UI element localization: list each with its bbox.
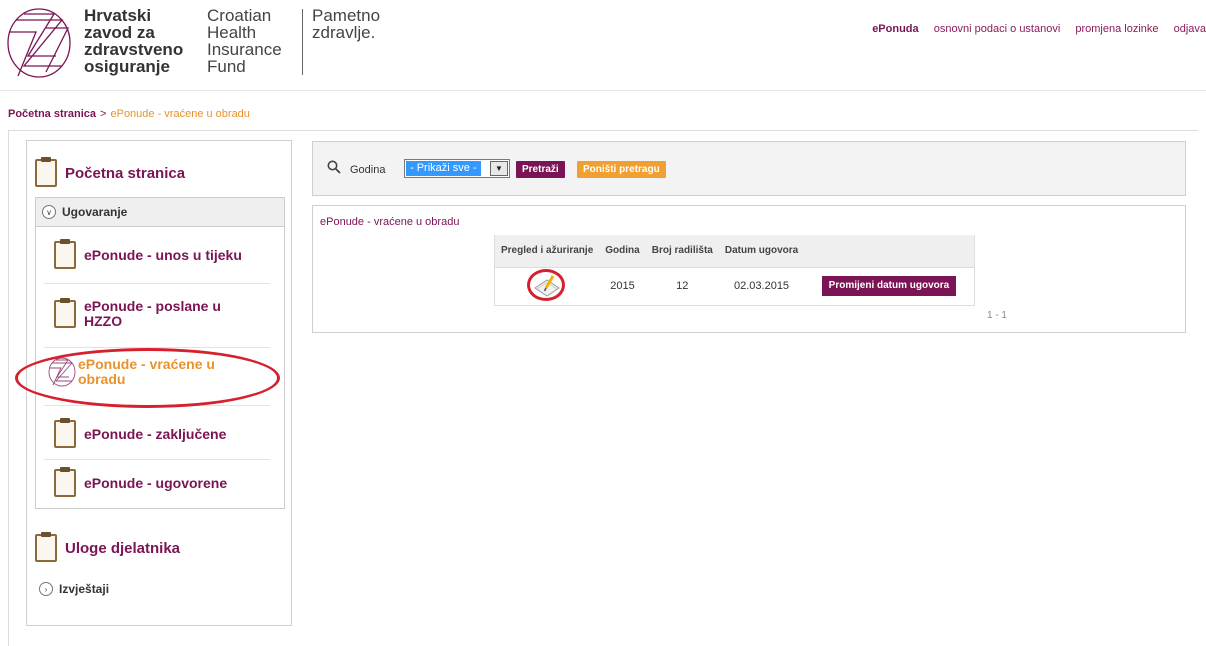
reset-search-button[interactable]: Poništi pretragu bbox=[577, 161, 666, 178]
header: Hrvatski zavod za zdravstveno osiguranje… bbox=[0, 0, 1206, 88]
table-row: 2015 12 02.03.2015 Promijeni datum ugovo… bbox=[494, 267, 975, 306]
column-header: Broj radilišta bbox=[645, 235, 719, 268]
edit-cell bbox=[494, 267, 600, 306]
column-header: Pregled i ažuriranje bbox=[494, 235, 600, 268]
column-header: Godina bbox=[599, 235, 646, 268]
sidebar-item-zakljucene[interactable]: ePonude - zaključene bbox=[54, 418, 227, 448]
sidebar: Početna stranica ∨ Ugovaranje ePonude - … bbox=[26, 140, 292, 626]
sidebar-item-home[interactable]: Početna stranica bbox=[35, 157, 186, 187]
column-header bbox=[804, 235, 975, 268]
sidebar-section-label: Izvještaji bbox=[59, 582, 110, 596]
breadcrumb: Početna stranica > ePonude - vraćene u obr… bbox=[8, 108, 250, 120]
clipboard-icon bbox=[54, 467, 76, 497]
org-name-en: Croatian Health Insurance Fund bbox=[207, 6, 282, 76]
breadcrumb-home[interactable]: Početna stranica bbox=[8, 108, 96, 120]
sidebar-item-label: ePonude - zaključene bbox=[84, 425, 227, 442]
sidebar-divider bbox=[44, 405, 270, 406]
results-panel: ePonude - vraćene u obradu Pregled i ažu… bbox=[312, 205, 1186, 333]
edit-button[interactable] bbox=[527, 268, 566, 301]
content-divider bbox=[8, 130, 1198, 131]
cell-godina: 2015 bbox=[599, 267, 646, 306]
sidebar-divider bbox=[44, 347, 270, 348]
sidebar-item-label: ePonude - poslane u HZZO bbox=[84, 298, 221, 329]
search-button[interactable]: Pretraži bbox=[516, 161, 565, 178]
org-name-hr: Hrvatski zavod za zdravstveno osiguranje bbox=[84, 6, 184, 76]
logo-divider bbox=[302, 9, 303, 75]
clipboard-icon bbox=[54, 239, 76, 269]
results-table: Pregled i ažuriranje Godina Broj radiliš… bbox=[494, 235, 975, 306]
sidebar-section-label: Ugovaranje bbox=[62, 205, 128, 219]
cell-broj-radilista: 12 bbox=[645, 267, 719, 306]
sidebar-divider bbox=[44, 283, 270, 284]
sidebar-item-uloge[interactable]: Uloge djelatnika bbox=[35, 532, 181, 562]
action-cell: Promijeni datum ugovora bbox=[804, 267, 975, 306]
sidebar-section-izvjestaji[interactable]: › Izvještaji bbox=[39, 582, 109, 596]
sidebar-item-poslane[interactable]: ePonude - poslane u HZZO bbox=[54, 298, 244, 329]
pager: 1 - 1 bbox=[986, 310, 1007, 321]
breadcrumb-separator: > bbox=[100, 108, 107, 120]
search-panel: Godina - Prikaži sve - ▼ Pretraži Poništ… bbox=[312, 141, 1186, 196]
search-icon bbox=[327, 160, 341, 174]
sidebar-item-label: Uloge djelatnika bbox=[65, 539, 181, 557]
nav-promjena-lozinke[interactable]: promjena lozinke bbox=[1075, 23, 1158, 35]
change-contract-date-button[interactable]: Promijeni datum ugovora bbox=[821, 276, 957, 296]
sidebar-item-label: Početna stranica bbox=[65, 164, 186, 182]
sidebar-divider bbox=[44, 459, 270, 460]
nav-eponuda[interactable]: ePonuda bbox=[872, 23, 918, 35]
chevron-down-icon: ∨ bbox=[42, 205, 56, 219]
clipboard-icon bbox=[35, 157, 57, 187]
table-header-row: Pregled i ažuriranje Godina Broj radiliš… bbox=[494, 235, 975, 268]
sidebar-item-vracene[interactable]: ePonude - vraćene u obradu bbox=[48, 357, 238, 387]
content-left-border bbox=[8, 130, 9, 646]
breadcrumb-current: ePonude - vraćene u obradu bbox=[110, 108, 250, 120]
clipboard-icon bbox=[54, 298, 76, 328]
sidebar-item-label: ePonude - vraćene u obradu bbox=[78, 356, 215, 387]
sidebar-section-ugovaranje[interactable]: ∨ Ugovaranje bbox=[35, 197, 285, 227]
year-select-value: - Prikaži sve - bbox=[406, 161, 481, 176]
hzzo-logo-icon bbox=[48, 357, 76, 387]
chevron-down-icon: ▼ bbox=[490, 161, 508, 176]
sidebar-item-ugovorene[interactable]: ePonude - ugovorene bbox=[54, 467, 228, 497]
clipboard-icon bbox=[35, 532, 57, 562]
slogan: Pametno zdravlje. bbox=[312, 6, 381, 42]
cell-datum-ugovora: 02.03.2015 bbox=[718, 267, 805, 306]
clipboard-icon bbox=[54, 418, 76, 448]
sidebar-item-label: ePonude - ugovorene bbox=[84, 474, 228, 491]
column-header: Datum ugovora bbox=[718, 235, 805, 268]
chevron-right-icon: › bbox=[39, 582, 53, 596]
year-label: Godina bbox=[350, 164, 386, 176]
results-title: ePonude - vraćene u obradu bbox=[320, 216, 460, 228]
sidebar-item-label: ePonude - unos u tijeku bbox=[84, 246, 242, 263]
hzzo-logo-icon[interactable] bbox=[6, 6, 72, 80]
sidebar-item-unos[interactable]: ePonude - unos u tijeku bbox=[54, 239, 242, 269]
nav-osnovni-podaci[interactable]: osnovni podaci o ustanovi bbox=[934, 23, 1061, 35]
year-select[interactable]: - Prikaži sve - ▼ bbox=[404, 159, 510, 178]
highlight-annotation bbox=[527, 268, 566, 301]
sidebar-subpanel: ePonude - unos u tijeku ePonude - poslan… bbox=[35, 227, 285, 509]
header-divider bbox=[0, 90, 1206, 91]
nav-odjava[interactable]: odjava bbox=[1174, 23, 1206, 35]
top-navigation: ePonuda osnovni podaci o ustanovi promje… bbox=[860, 23, 1206, 35]
